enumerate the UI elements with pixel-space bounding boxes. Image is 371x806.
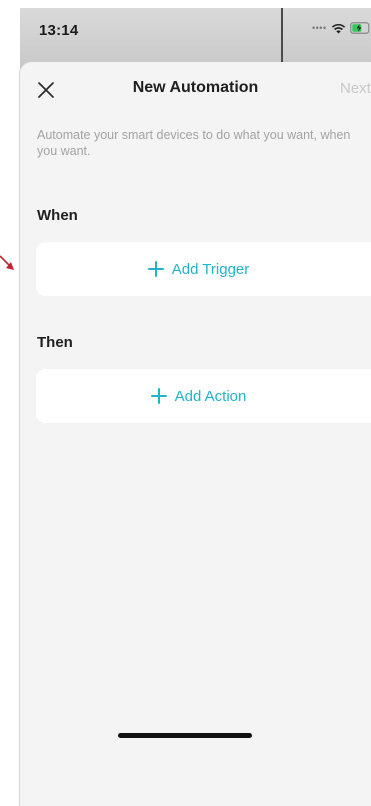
add-action-button[interactable]: Add Action	[36, 369, 371, 423]
next-button[interactable]: Next	[340, 80, 371, 97]
status-bar-time: 13:14	[39, 22, 79, 39]
automation-description: Automate your smart devices to do what y…	[37, 128, 351, 158]
add-trigger-button[interactable]: Add Trigger	[36, 242, 371, 296]
add-trigger-content: Add Trigger	[147, 260, 250, 278]
then-section-label: Then	[37, 334, 73, 351]
background-divider	[281, 8, 283, 68]
annotation-arrow-icon	[0, 255, 14, 270]
status-bar-indicators: ••••	[312, 22, 371, 34]
plus-icon	[150, 388, 167, 404]
home-indicator[interactable]	[118, 733, 252, 738]
new-automation-sheet: New Automation Next Automate your smart …	[20, 62, 371, 806]
battery-charging-icon	[349, 22, 369, 34]
add-action-content: Add Action	[150, 387, 247, 405]
page-title: New Automation	[132, 79, 259, 96]
navigation-bar: New Automation Next	[20, 62, 371, 118]
when-section-label: When	[37, 207, 78, 224]
screen: 13:14 •••• New Automation Next Automate …	[0, 0, 371, 806]
wifi-icon	[331, 23, 345, 33]
add-action-label: Add Action	[174, 387, 247, 405]
plus-icon	[147, 261, 164, 277]
add-trigger-label: Add Trigger	[171, 260, 250, 278]
signal-dots-icon: ••••	[312, 22, 327, 33]
